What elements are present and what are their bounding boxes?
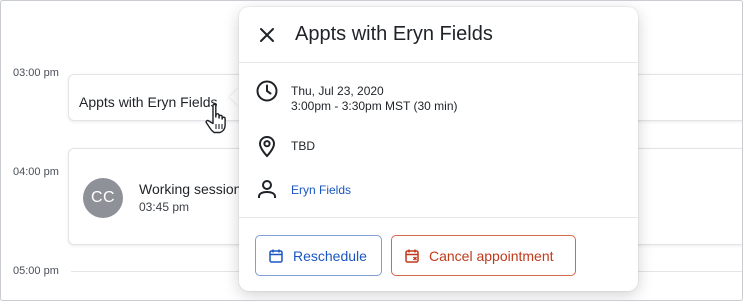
appointment-popover: Appts with Eryn Fields Thu, Jul 23, 2020… (239, 7, 638, 291)
calendar-window: 03:00 pm 04:00 pm 05:00 pm Appts with Er… (0, 0, 743, 301)
time-label-4pm: 04:00 pm (13, 166, 59, 178)
reschedule-button[interactable]: Reschedule (255, 235, 382, 276)
event-title: Working session (139, 181, 242, 197)
calendar-icon (269, 249, 283, 263)
popover-title: Appts with Eryn Fields (295, 23, 493, 45)
avatar: CC (83, 178, 123, 218)
calendar-cancel-icon (405, 249, 419, 263)
appointment-time-range: 3:00pm - 3:30pm MST (30 min) (291, 99, 458, 113)
popover-header: Appts with Eryn Fields (239, 7, 638, 63)
location-pin-icon (258, 135, 276, 158)
cancel-appointment-button[interactable]: Cancel appointment (391, 235, 576, 276)
person-link[interactable]: Eryn Fields (291, 183, 351, 197)
close-icon[interactable] (258, 26, 276, 44)
cancel-appointment-label: Cancel appointment (429, 247, 554, 264)
person-icon (258, 180, 276, 198)
clock-icon (256, 80, 278, 102)
time-label-5pm: 05:00 pm (13, 265, 59, 277)
appointment-location: TBD (291, 139, 315, 153)
event-time: 03:45 pm (139, 200, 190, 214)
divider (239, 217, 638, 218)
appointment-date: Thu, Jul 23, 2020 (291, 84, 384, 98)
reschedule-label: Reschedule (293, 247, 367, 264)
close-button[interactable] (253, 21, 281, 49)
time-label-3pm: 03:00 pm (13, 67, 59, 79)
hand-pointer-icon (205, 103, 226, 134)
event-title: Appts with Eryn Fields (79, 94, 218, 110)
